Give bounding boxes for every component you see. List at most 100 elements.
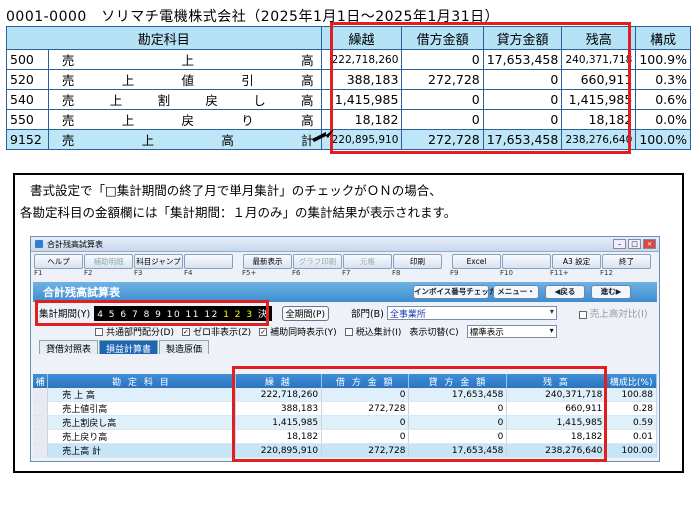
callout-note-1: 書式設定で「□集計期間の終了月で単月集計」のチェックがＯＮの場合、 (30, 183, 442, 198)
sales-compare-check[interactable]: 売上高対比(I) (578, 306, 648, 320)
fkey-button-7[interactable]: 元帳 (343, 254, 392, 269)
account-char: 戻 (181, 113, 195, 128)
window-controls: – □ × (613, 239, 656, 249)
minimize-icon[interactable]: – (613, 239, 626, 249)
account-code: 520 (6, 69, 49, 90)
header-account: 勘定科目 (6, 26, 322, 50)
fkey-button-11[interactable]: A3 設定 (552, 254, 601, 269)
fkey-number: F5+ (242, 269, 257, 277)
fkey-number: F8 (392, 269, 401, 277)
kosei-value: 0.0% (635, 109, 691, 130)
tab-income-statement[interactable]: 損益計算書 (99, 340, 159, 355)
view-value: 標準表示 (469, 327, 504, 338)
zero-hide-label: ゼロ非表示(Z) (192, 327, 252, 338)
account-name: 売上戻り高 (47, 109, 322, 130)
tax-included-check[interactable]: 税込集計(I) (344, 325, 401, 338)
zero-hide-check[interactable]: ✓ ゼロ非表示(Z) (181, 325, 252, 338)
account-name: 売上高 (47, 49, 322, 70)
menu-button[interactable]: メニュー・ (493, 285, 539, 299)
account-char: 売 (61, 113, 75, 128)
dept-label: 部門(B) (350, 309, 384, 320)
grid-row-marker (33, 415, 49, 430)
account-char: 上 (141, 133, 155, 148)
account-char: 売 (61, 73, 75, 88)
fkey-gap (442, 269, 450, 279)
highlight-box-grid (232, 366, 607, 462)
account-char: し (253, 93, 266, 108)
kosei-value: 0.6% (635, 89, 691, 110)
tab-balance-sheet[interactable]: 貸借対照表 (39, 340, 99, 355)
fkey-number: F7 (342, 269, 351, 277)
account-code: 500 (6, 49, 49, 70)
view-label: 表示切替(C) (409, 327, 459, 338)
banner: 合計残高試算表 インボイス番号チェッカー メニュー・ ◀戻る 進む▶ (33, 282, 657, 302)
aux-display-label: 補助同時表示(Y) (270, 327, 337, 338)
highlight-box-top (330, 22, 631, 154)
fkey-button-5[interactable]: 最新表示 (243, 254, 292, 269)
header-kosei: 構成 (635, 26, 691, 50)
fkey-button-10[interactable] (502, 254, 551, 269)
fkey-gap (234, 269, 242, 279)
account-char: 上 (121, 113, 135, 128)
fkey-number: F1 (34, 269, 43, 277)
full-period-button[interactable]: 全期間(P) (281, 305, 329, 321)
account-code: 9152 (6, 129, 49, 150)
fkey-button-12[interactable]: 終了 (602, 254, 651, 269)
window-titlebar: 合計残高試算表 (31, 237, 659, 252)
grid-kosei-value: 0.01 (605, 429, 657, 444)
next-button[interactable]: 進む▶ (591, 285, 631, 299)
fkey-button-1[interactable]: ヘルプ (34, 254, 83, 269)
account-char: 高 (221, 133, 234, 148)
fkey-button-2[interactable]: 補助明細 (84, 254, 133, 269)
grid-account-name: 売 上 高 (47, 388, 236, 402)
grid-kosei-value: 0.28 (605, 401, 657, 416)
grid-row-marker (33, 429, 49, 444)
close-icon[interactable]: × (643, 239, 656, 249)
account-char: 高 (301, 73, 314, 88)
grid-kosei-value: 100.88 (605, 388, 657, 402)
maximize-icon[interactable]: □ (628, 239, 641, 249)
dept-select[interactable]: 全事業所 (386, 306, 557, 320)
account-char: 高 (301, 53, 314, 68)
fkey-button-6[interactable]: グラフ印刷 (293, 254, 342, 269)
statement-tabs: 貸借対照表 損益計算書 製造原価 (31, 338, 659, 355)
fkey-gap (234, 254, 242, 269)
tab-manufacturing-cost[interactable]: 製造原価 (159, 340, 210, 355)
view-select[interactable]: 標準表示 (466, 324, 557, 338)
account-code: 540 (6, 89, 49, 110)
sales-compare-label: 売上高対比(I) (589, 309, 648, 320)
account-char: 戻 (205, 93, 218, 108)
fkey-number: F6 (292, 269, 301, 277)
common-dept-check[interactable]: 共通部門配分(D) (95, 325, 174, 338)
grid-account-name: 売上割戻し高 (47, 415, 236, 430)
fkey-number: F4 (184, 269, 193, 277)
fkey-button-8[interactable]: 印刷 (393, 254, 442, 269)
function-key-bar: ヘルプ 補助明細 科目ジャンプ 最新表示 グラフ印刷 元帳 印刷 Excel A3 設定 終了 (31, 252, 659, 269)
account-char: り (241, 113, 254, 128)
checkbox-icon (344, 328, 353, 336)
dept-value: 全事業所 (389, 310, 426, 320)
account-char: 上 (181, 53, 195, 68)
grid-row-marker (33, 388, 49, 402)
window-title: 合計残高試算表 (47, 239, 103, 249)
fkey-button-4[interactable] (184, 254, 233, 269)
fkey-button-3[interactable]: 科目ジャンプ (134, 254, 183, 269)
fkey-gap (443, 254, 451, 269)
account-name: 売上割戻し高 (47, 89, 322, 110)
checkbox-icon (578, 310, 587, 319)
grid-header-idx: 補 (33, 374, 49, 388)
fkey-number: F10 (500, 269, 513, 277)
fkey-button-9[interactable]: Excel (452, 254, 501, 269)
options-row: 共通部門配分(D) ✓ ゼロ非表示(Z) ✓ 補助同時表示(Y) 税込集計(I) 表… (31, 324, 659, 338)
invoice-checker-button[interactable]: インボイス番号チェッカー (413, 285, 504, 299)
checkmark-icon: ✓ (259, 328, 268, 336)
account-char: 割 (157, 93, 171, 108)
highlight-box-period (35, 300, 269, 326)
grid-kosei-value: 100.00 (605, 443, 657, 458)
back-button[interactable]: ◀戻る (545, 285, 585, 299)
kosei-value: 100.0% (635, 129, 691, 150)
account-char: 高 (301, 93, 314, 108)
arrow-icon (312, 129, 334, 142)
aux-display-check[interactable]: ✓ 補助同時表示(Y) (259, 325, 337, 338)
grid-header-account: 勘 定 科 目 (47, 374, 236, 388)
